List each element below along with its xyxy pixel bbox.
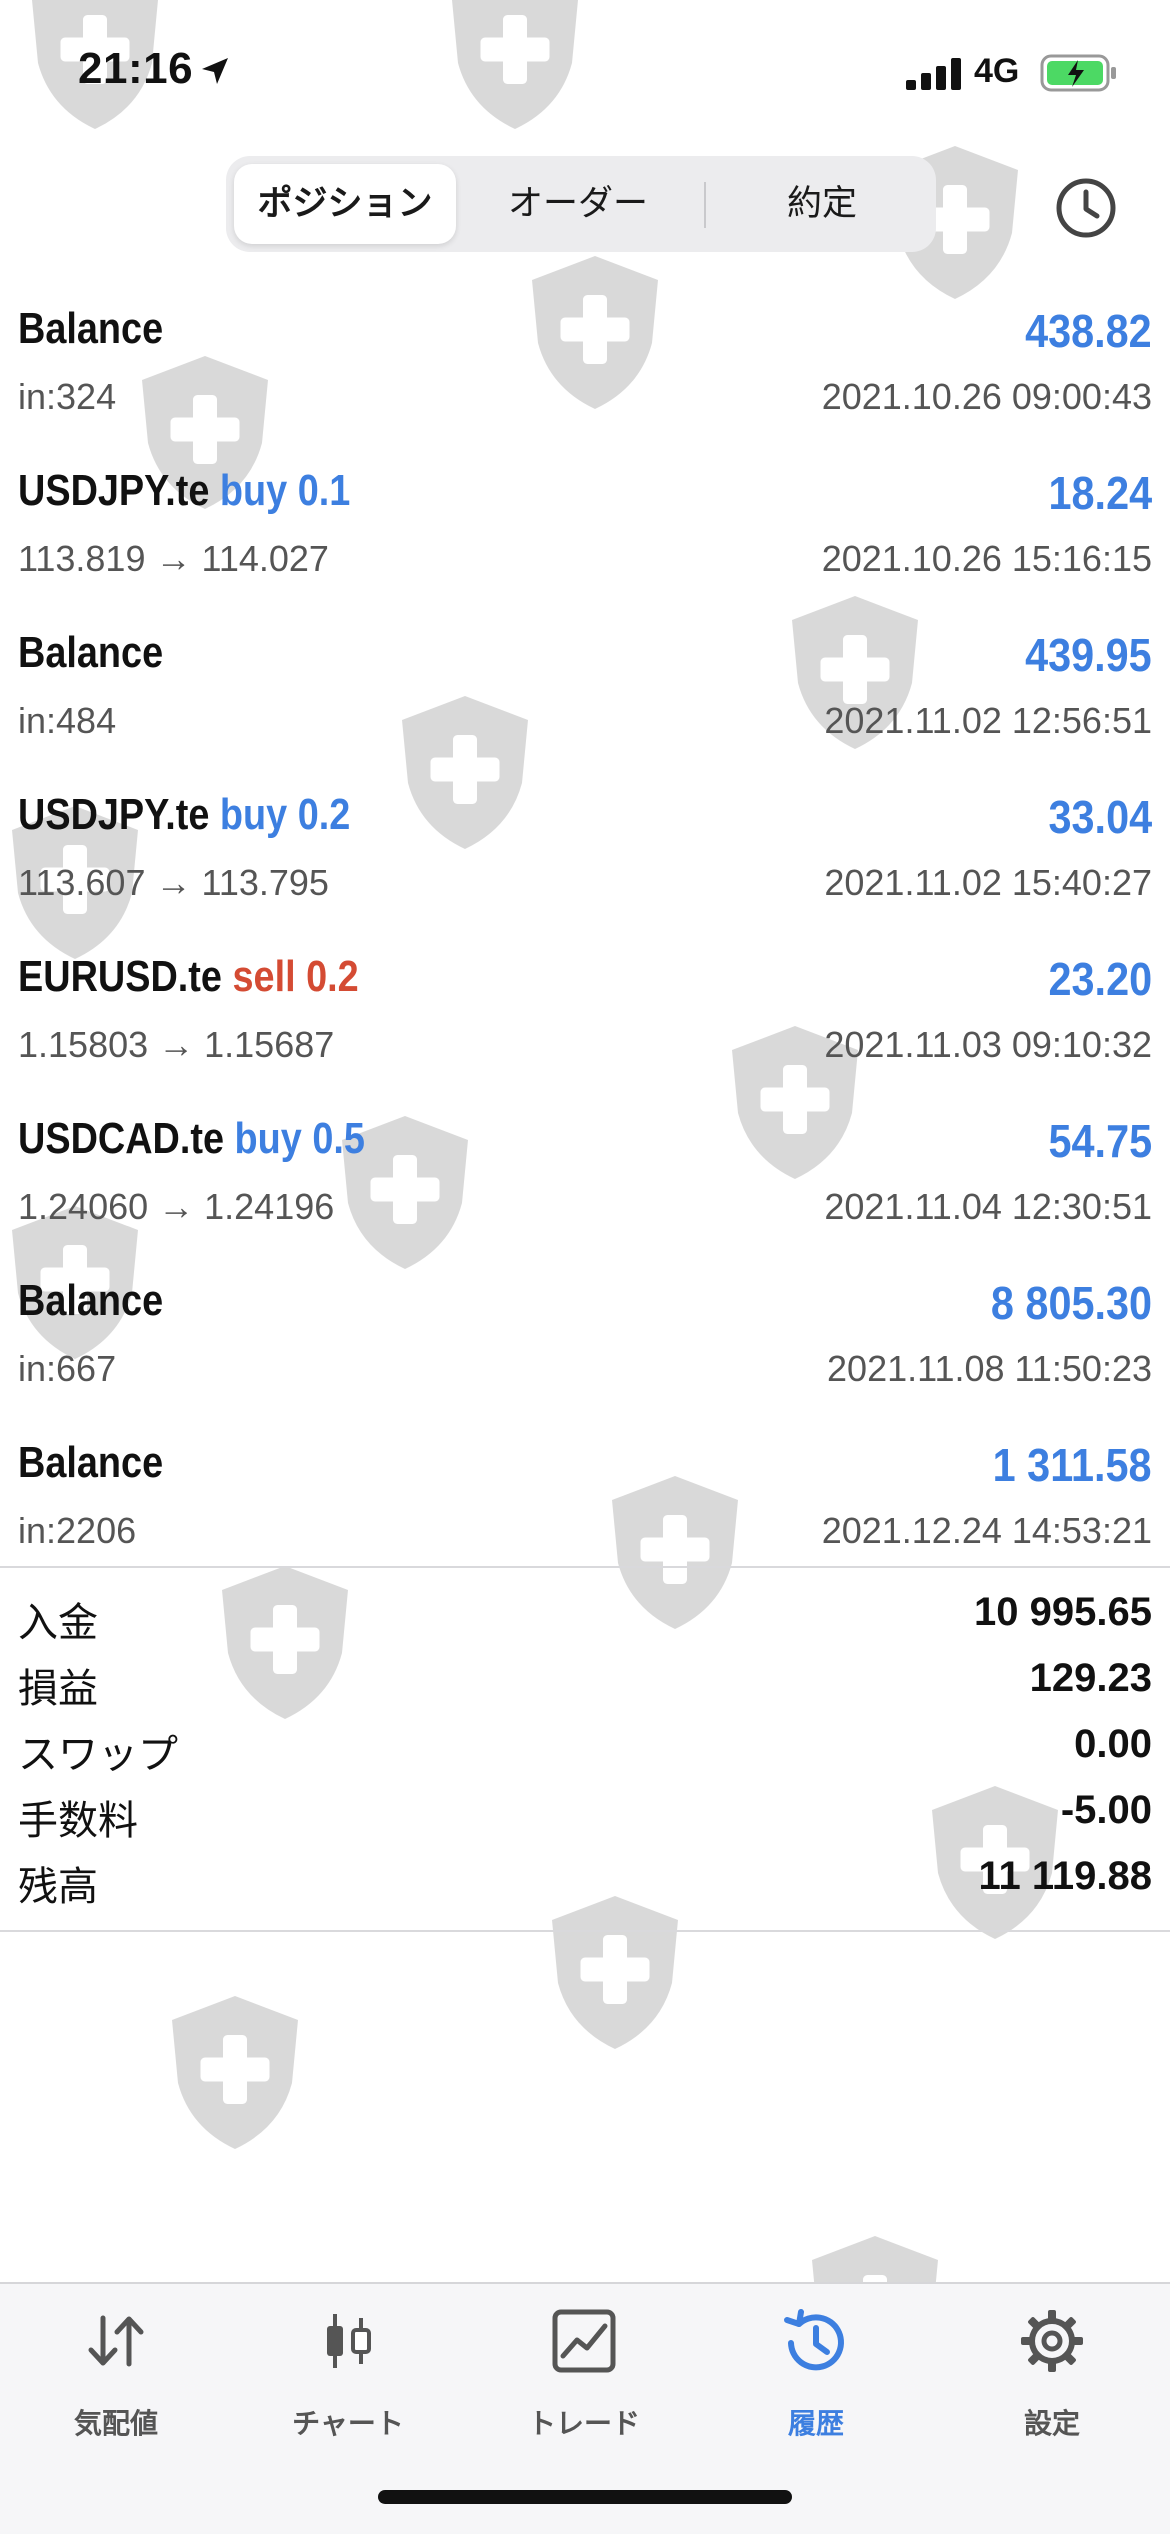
shield-watermark-icon <box>552 1896 678 2049</box>
summary-row-profit: 損益 129.23 <box>0 1650 1170 1716</box>
tab-history[interactable]: 履歴 <box>726 2306 906 2456</box>
deal-profit: 438.82 <box>1025 305 1152 357</box>
segment-orders[interactable]: オーダー <box>468 164 688 244</box>
clock-icon[interactable] <box>1054 176 1118 240</box>
deal-side: buy 0.2 <box>219 790 351 839</box>
deal-symbol: EURUSD.te <box>18 952 222 1001</box>
summary-row-deposit: 入金 10 995.65 <box>0 1584 1170 1650</box>
status-bar: 21:16 4G <box>0 0 1170 140</box>
chart-icon <box>327 2314 371 2368</box>
deal-detail: 113.819 → 114.027 <box>18 538 329 579</box>
summary-label: スワップ <box>18 1733 178 1777</box>
deal-detail: in:324 <box>18 376 117 417</box>
deal-title: Balance <box>18 628 163 678</box>
deal-date: 2021.11.08 11:50:23 <box>827 1348 1152 1389</box>
deal-row[interactable]: USDCAD.te buy 0.5 1.24060 → 1.24196 54.7… <box>0 1096 1170 1258</box>
deal-symbol: Balance <box>18 1438 164 1487</box>
deal-title: USDCAD.te buy 0.5 <box>18 1114 365 1164</box>
tab-settings[interactable]: 設定 <box>962 2306 1142 2456</box>
deal-date: 2021.12.24 14:53:21 <box>821 1510 1152 1551</box>
deal-row[interactable]: USDJPY.te buy 0.2 113.607 → 113.795 33.0… <box>0 772 1170 934</box>
deal-date: 2021.11.02 15:40:27 <box>824 862 1152 903</box>
deal-symbol: USDJPY.te <box>18 790 210 839</box>
tab-label: トレード <box>527 2408 640 2439</box>
summary-value: 129.23 <box>1029 1656 1152 1700</box>
summary-label: 損益 <box>18 1667 98 1711</box>
deal-title: EURUSD.te sell 0.2 <box>18 952 359 1002</box>
summary-value: 11 119.88 <box>978 1854 1152 1898</box>
deal-detail: in:2206 <box>18 1510 137 1551</box>
deal-symbol: Balance <box>18 304 164 353</box>
deal-title: USDJPY.te buy 0.1 <box>18 466 350 516</box>
deal-date: 2021.11.02 12:56:51 <box>824 700 1152 741</box>
summary-label: 残高 <box>18 1865 98 1909</box>
deal-detail: in:667 <box>18 1348 117 1389</box>
summary-value: -5.00 <box>1060 1788 1152 1832</box>
segment-deals[interactable]: 約定 <box>712 164 932 244</box>
deal-detail: 113.607 → 113.795 <box>18 862 329 903</box>
deal-profit: 18.24 <box>1048 467 1152 519</box>
deal-row[interactable]: Balance in:667 8 805.30 2021.11.08 11:50… <box>0 1258 1170 1420</box>
deal-side: sell 0.2 <box>232 952 359 1001</box>
deal-profit: 23.20 <box>1048 953 1152 1005</box>
deal-date: 2021.10.26 09:00:43 <box>821 376 1152 417</box>
tab-label: 気配値 <box>73 2408 158 2439</box>
deal-symbol: USDJPY.te <box>18 466 210 515</box>
home-indicator <box>378 2490 792 2504</box>
network-label: 4G <box>974 52 1020 90</box>
segmented-control: ポジション オーダー 約定 <box>226 156 936 252</box>
summary-value: 10 995.65 <box>974 1590 1152 1634</box>
deal-date: 2021.10.26 15:16:15 <box>821 538 1152 579</box>
summary-divider-bottom <box>0 1930 1170 1932</box>
summary-label: 手数料 <box>18 1799 138 1843</box>
tab-label: 履歴 <box>787 2408 844 2439</box>
deal-date: 2021.11.04 12:30:51 <box>824 1186 1152 1227</box>
battery-charging-icon <box>1040 54 1116 92</box>
deal-side: buy 0.1 <box>219 466 351 515</box>
tab-label: チャート <box>292 2408 404 2439</box>
deal-row[interactable]: Balance in:484 439.95 2021.11.02 12:56:5… <box>0 610 1170 772</box>
deal-title: Balance <box>18 1438 163 1488</box>
deal-symbol: USDCAD.te <box>18 1114 225 1163</box>
deal-date: 2021.11.03 09:10:32 <box>824 1024 1152 1065</box>
deal-side: buy 0.5 <box>234 1114 365 1163</box>
gear-icon <box>1021 2310 1083 2372</box>
deal-row[interactable]: Balance in:2206 1 311.58 2021.12.24 14:5… <box>0 1420 1170 1582</box>
deal-title: Balance <box>18 1276 163 1326</box>
deal-detail: in:484 <box>18 700 117 741</box>
location-arrow-icon <box>202 58 228 84</box>
shield-watermark-icon <box>172 1996 298 2149</box>
deal-profit: 439.95 <box>1025 629 1152 681</box>
summary-value: 0.00 <box>1074 1722 1152 1766</box>
quotes-icon <box>88 2315 144 2367</box>
deal-title: USDJPY.te buy 0.2 <box>18 790 350 840</box>
tab-label: 設定 <box>1023 2408 1080 2439</box>
summary-row-swap: スワップ 0.00 <box>0 1716 1170 1782</box>
status-time: 21:16 <box>78 44 194 93</box>
deal-profit: 1 311.58 <box>993 1439 1152 1491</box>
deal-row[interactable]: USDJPY.te buy 0.1 113.819 → 114.027 18.2… <box>0 448 1170 610</box>
segment-positions[interactable]: ポジション <box>234 164 456 244</box>
deal-symbol: Balance <box>18 1276 164 1325</box>
tab-chart[interactable]: チャート <box>258 2306 438 2456</box>
summary-divider-top <box>0 1566 1170 1568</box>
deal-symbol: Balance <box>18 628 164 677</box>
segment-divider <box>704 182 706 228</box>
deal-profit: 33.04 <box>1048 791 1152 843</box>
tab-quotes[interactable]: 気配値 <box>26 2306 206 2456</box>
summary-label: 入金 <box>18 1601 98 1645</box>
trade-icon <box>552 2309 616 2373</box>
history-icon <box>784 2309 844 2371</box>
summary-row-balance: 残高 11 119.88 <box>0 1848 1170 1914</box>
deal-detail: 1.15803 → 1.15687 <box>18 1024 335 1065</box>
deal-row[interactable]: Balance in:324 438.82 2021.10.26 09:00:4… <box>0 286 1170 448</box>
summary-row-commission: 手数料 -5.00 <box>0 1782 1170 1848</box>
deal-detail: 1.24060 → 1.24196 <box>18 1186 335 1227</box>
deal-title: Balance <box>18 304 163 354</box>
deal-profit: 8 805.30 <box>990 1277 1152 1329</box>
deal-row[interactable]: EURUSD.te sell 0.2 1.15803 → 1.15687 23.… <box>0 934 1170 1096</box>
deal-profit: 54.75 <box>1048 1115 1152 1167</box>
signal-icon <box>906 58 961 90</box>
tab-trade[interactable]: トレード <box>494 2306 674 2456</box>
